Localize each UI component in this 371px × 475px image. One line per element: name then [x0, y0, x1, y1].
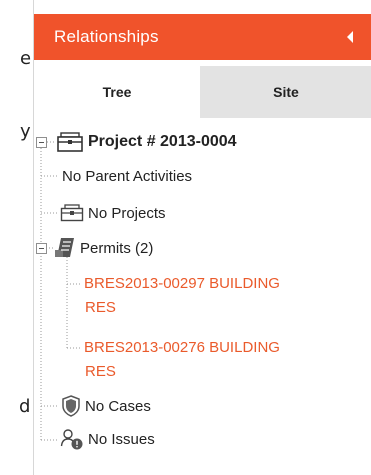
panel-tabs: Tree Site [34, 66, 371, 118]
tree-node-parent-activities: No Parent Activities [62, 164, 192, 188]
tree-node-cases: No Cases [61, 394, 151, 418]
panel-title: Relationships [54, 27, 159, 46]
briefcase-icon [60, 204, 84, 222]
tree-node-project[interactable]: Project # 2013-0004 [56, 130, 237, 154]
tree-node-permits[interactable]: Permits (2) [54, 236, 153, 260]
background-text-fragment: e [20, 48, 32, 69]
permit-item[interactable]: BRES2013-00276 BUILDING RES [84, 336, 280, 384]
relationships-panel: Relationships Tree Site Project # 2013-0… [33, 0, 371, 475]
cases-label: No Cases [85, 397, 151, 415]
permit-link-line1[interactable]: BRES2013-00297 BUILDING [84, 272, 280, 296]
collapse-permits-toggle[interactable] [36, 243, 47, 254]
permit-document-icon [54, 237, 76, 259]
permit-link-line1[interactable]: BRES2013-00276 BUILDING [84, 336, 280, 360]
collapse-project-toggle[interactable] [36, 137, 47, 148]
background-text-fragment: y [20, 121, 31, 142]
shield-icon [61, 395, 81, 417]
parent-activities-label: No Parent Activities [62, 167, 193, 185]
issues-label: No Issues [88, 430, 155, 448]
tree-node-projects: No Projects [60, 201, 166, 225]
tab-site[interactable]: Site [200, 66, 371, 118]
background-text-fragment: d [19, 396, 31, 417]
permit-link-line2[interactable]: RES [85, 360, 280, 384]
permit-link-line2[interactable]: RES [85, 296, 280, 320]
briefcase-icon [56, 132, 84, 152]
collapse-panel-button[interactable] [340, 14, 360, 60]
permits-label: Permits (2) [80, 239, 154, 257]
caret-left-icon [347, 31, 353, 43]
page-background: e y d [0, 0, 33, 475]
permit-item[interactable]: BRES2013-00297 BUILDING RES [84, 272, 280, 320]
tab-tree[interactable]: Tree [34, 66, 200, 118]
tree-node-issues: No Issues [60, 427, 155, 451]
relationship-tree: Project # 2013-0004 No Parent Activities… [34, 118, 371, 475]
panel-header: Relationships [34, 14, 371, 60]
projects-label: No Projects [88, 204, 166, 222]
users-alert-icon [60, 427, 84, 451]
project-label: Project # 2013-0004 [88, 133, 237, 150]
